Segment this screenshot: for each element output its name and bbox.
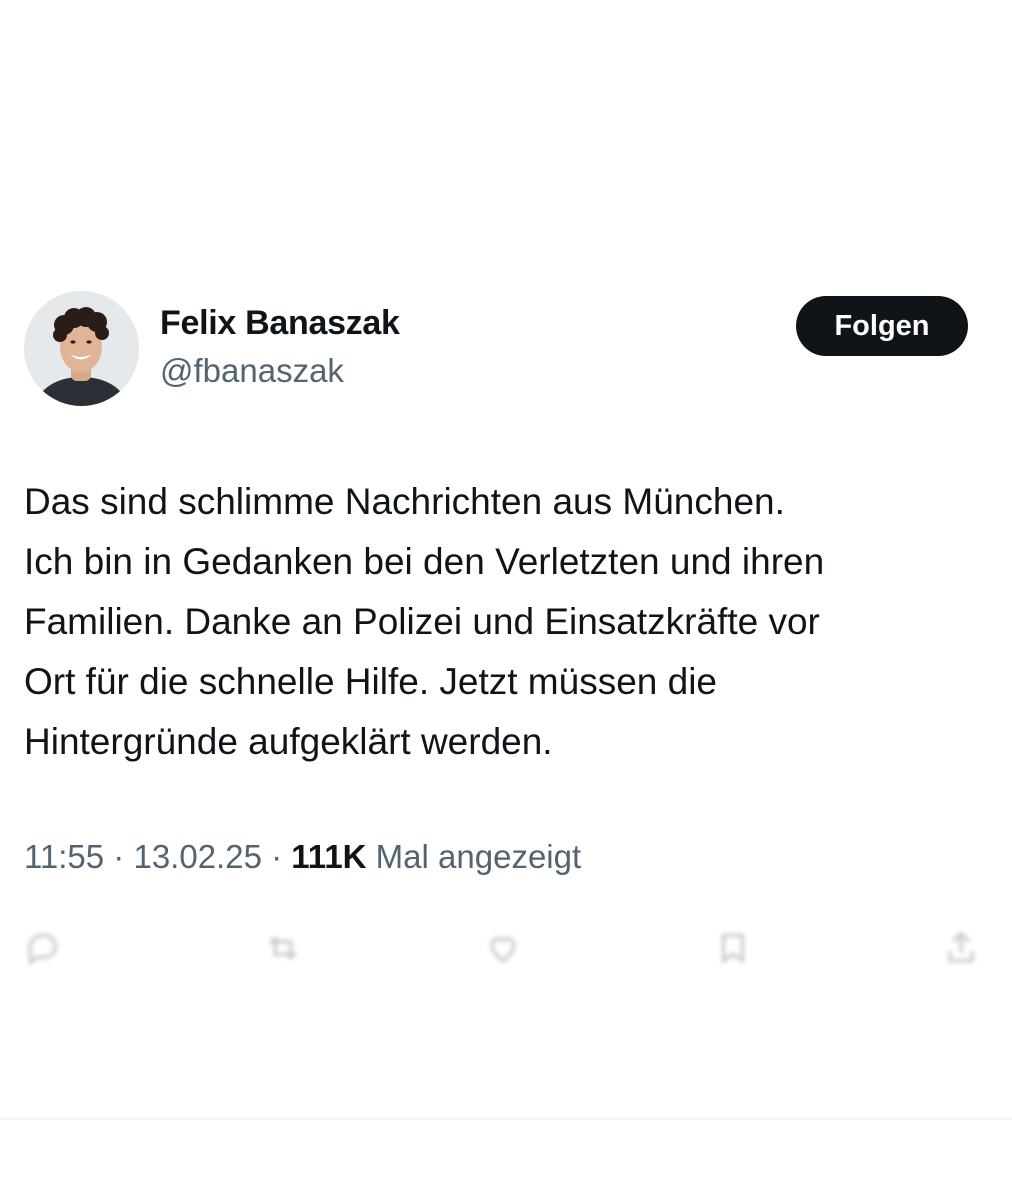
meta-separator: · (104, 838, 134, 875)
share-icon (948, 931, 974, 963)
bookmark-icon (721, 933, 745, 964)
tweet-meta: 11:55 · 13.02.25 · 111K Mal angezeigt (24, 838, 581, 876)
tweet-date[interactable]: 13.02.25 (133, 838, 261, 875)
views-count[interactable]: 111K (291, 838, 366, 875)
views-label: Mal angezeigt (366, 838, 582, 875)
tweet-text-line: Ich bin in Gedanken bei den Verletzten u… (24, 541, 825, 582)
like-icon (490, 937, 516, 963)
like-button[interactable] (484, 928, 522, 968)
author-display-name[interactable]: Felix Banaszak (160, 304, 400, 343)
repost-button[interactable] (264, 928, 302, 968)
tweet-text-line: Ort für die schnelle Hilfe. Jetzt müssen… (24, 661, 718, 702)
divider (0, 1118, 1012, 1120)
reply-icon (28, 933, 58, 966)
action-bar (24, 918, 984, 978)
reply-button[interactable] (24, 928, 62, 968)
repost-icon (269, 936, 297, 960)
tweet-text-line: Das sind schlimme Nachrichten aus Münche… (24, 481, 785, 522)
tweet-time[interactable]: 11:55 (24, 838, 104, 875)
share-button[interactable] (942, 928, 980, 968)
faded-row (24, 1150, 984, 1178)
follow-button[interactable]: Folgen (796, 296, 968, 356)
tweet-text-line: Hintergründe aufgeklärt werden. (24, 721, 553, 762)
author-avatar[interactable] (24, 291, 139, 406)
tweet-text: Das sind schlimme Nachrichten aus Münche… (24, 472, 989, 772)
tweet-card: Felix Banaszak @fbanaszak Folgen Das sin… (0, 0, 1012, 1200)
faded-row (24, 1040, 724, 1068)
tweet-text-line: Familien. Danke an Polizei und Einsatzkr… (24, 601, 820, 642)
bookmark-button[interactable] (714, 928, 752, 968)
profile-photo-icon (24, 291, 139, 406)
meta-separator: · (261, 838, 292, 875)
author-handle[interactable]: @fbanaszak (160, 352, 344, 390)
